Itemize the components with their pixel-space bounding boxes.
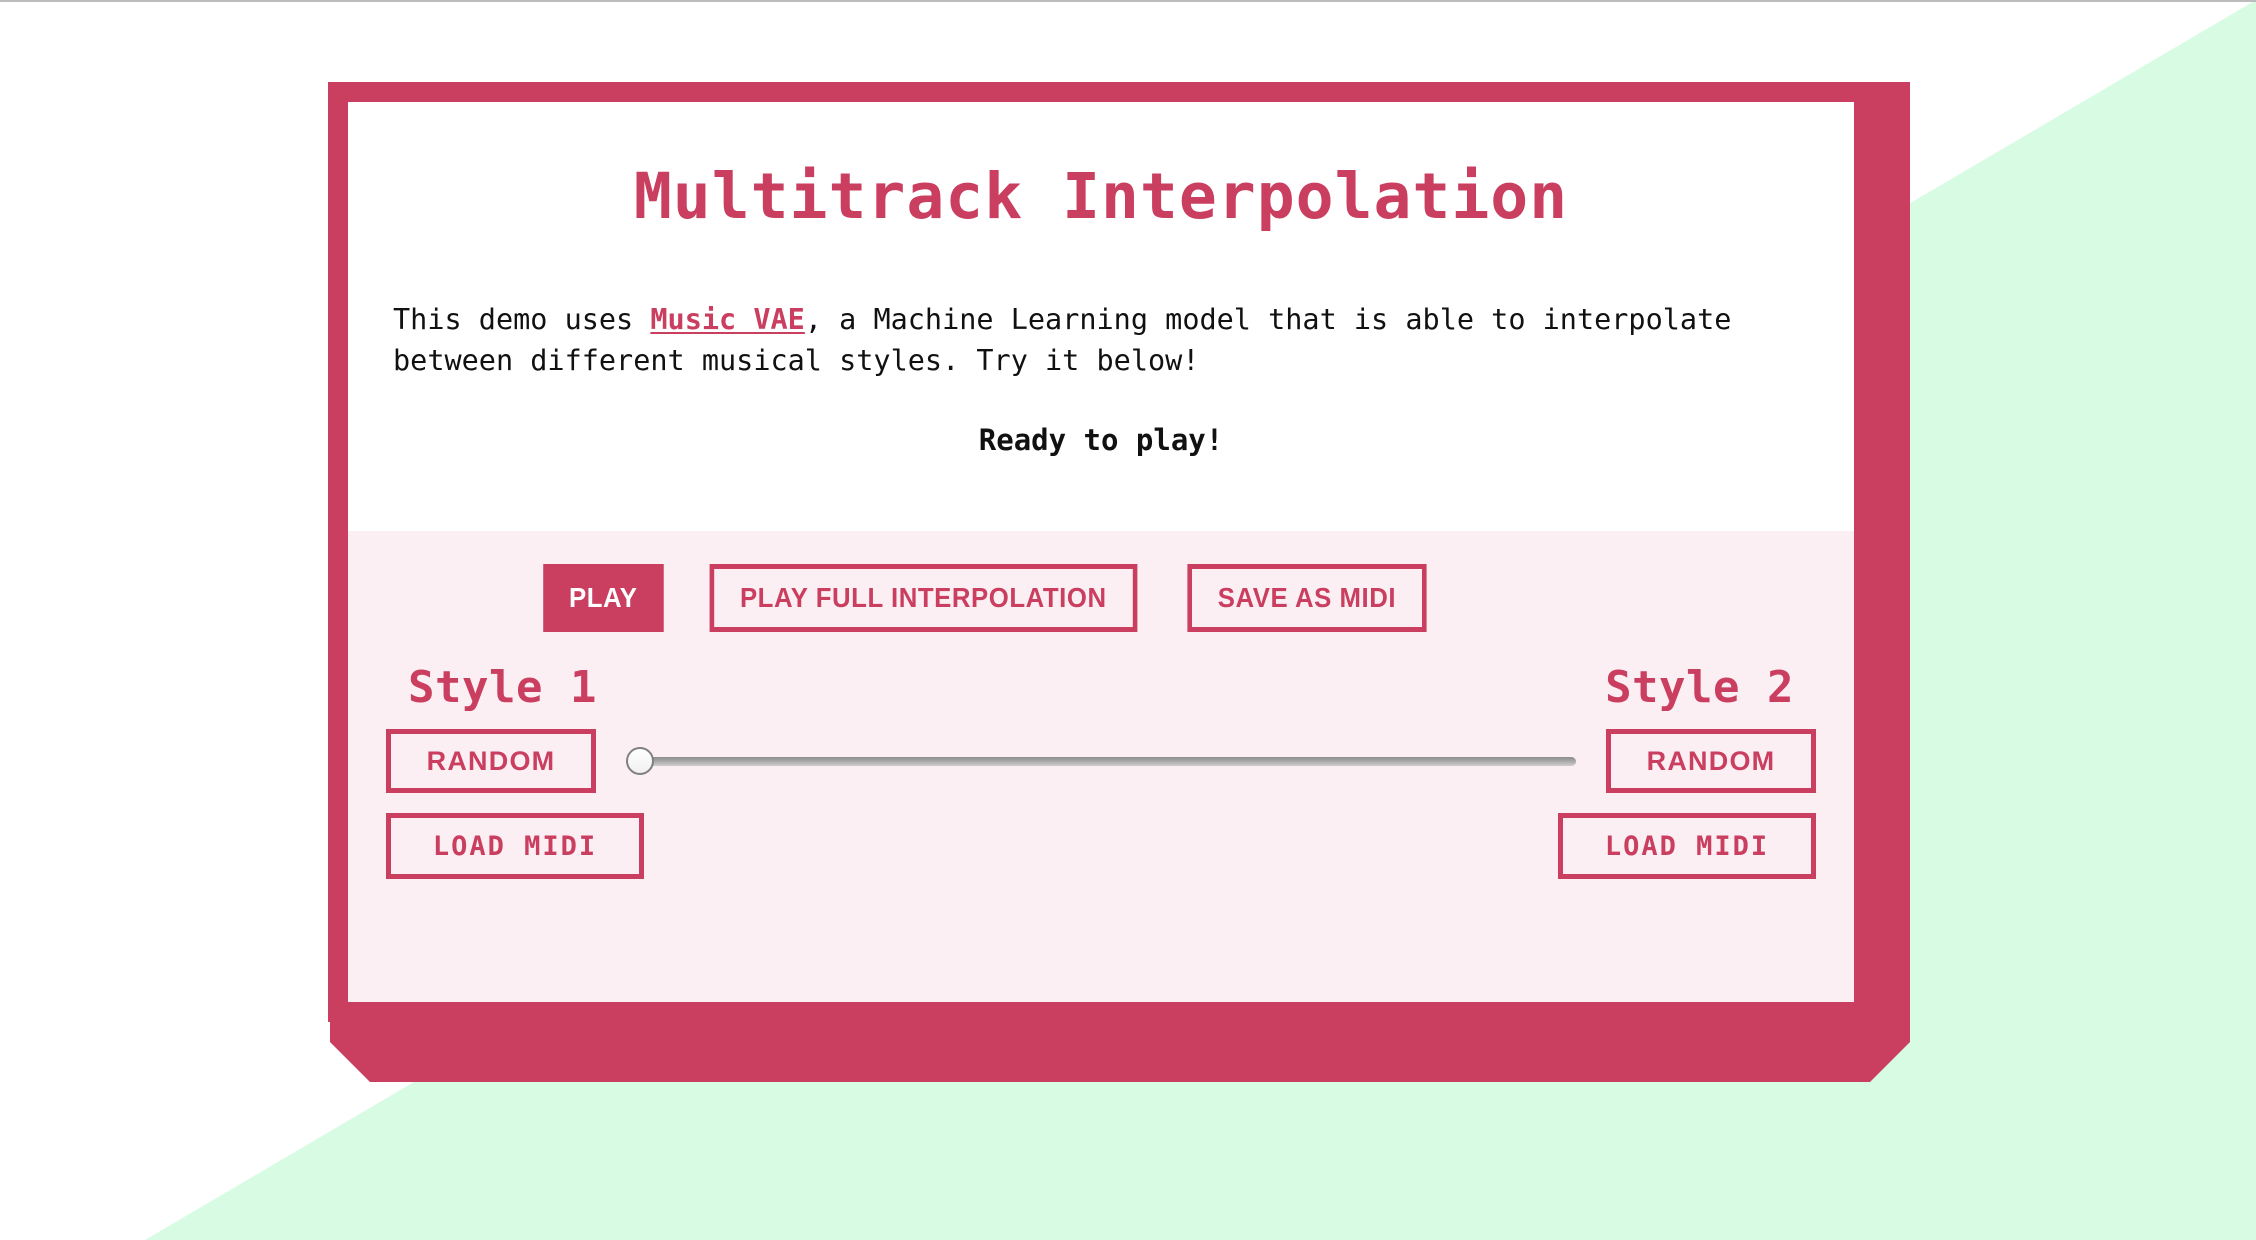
music-vae-link[interactable]: Music VAE	[650, 303, 804, 336]
slider-container	[596, 744, 1606, 778]
style-2-heading: Style 2	[1605, 662, 1794, 713]
card-controls-section: PLAY PLAY FULL INTERPOLATION SAVE AS MID…	[348, 531, 1854, 1002]
intro-paragraph: This demo uses Music VAE, a Machine Lear…	[348, 230, 1854, 381]
interpolation-slider[interactable]	[626, 744, 1576, 778]
style-1-load-midi-button[interactable]: LOAD MIDI	[386, 813, 644, 879]
transport-button-row: PLAY PLAY FULL INTERPOLATION SAVE AS MID…	[348, 531, 1854, 632]
status-text: Ready to play!	[978, 423, 1224, 458]
random-and-slider-row: RANDOM RANDOM	[348, 713, 1854, 793]
style-2-load-midi-button[interactable]: LOAD MIDI	[1558, 813, 1816, 879]
style-2-random-button[interactable]: RANDOM	[1606, 729, 1816, 793]
top-hairline-divider	[0, 0, 2256, 2]
style-1-random-button[interactable]: RANDOM	[386, 729, 596, 793]
page-title: Multitrack Interpolation	[633, 160, 1569, 233]
save-as-midi-button[interactable]: SAVE AS MIDI	[1187, 564, 1427, 632]
card-header-section: Multitrack Interpolation This demo uses …	[348, 102, 1854, 531]
intro-text-before-link: This demo uses	[393, 303, 651, 337]
play-button[interactable]: PLAY	[543, 564, 664, 632]
play-full-interpolation-button[interactable]: PLAY FULL INTERPOLATION	[709, 564, 1137, 632]
demo-card: Multitrack Interpolation This demo uses …	[328, 82, 1874, 1022]
style-1-heading: Style 1	[408, 662, 597, 713]
style-heading-row: Style 1 Style 2	[348, 632, 1854, 713]
load-midi-row: LOAD MIDI LOAD MIDI	[348, 793, 1854, 879]
